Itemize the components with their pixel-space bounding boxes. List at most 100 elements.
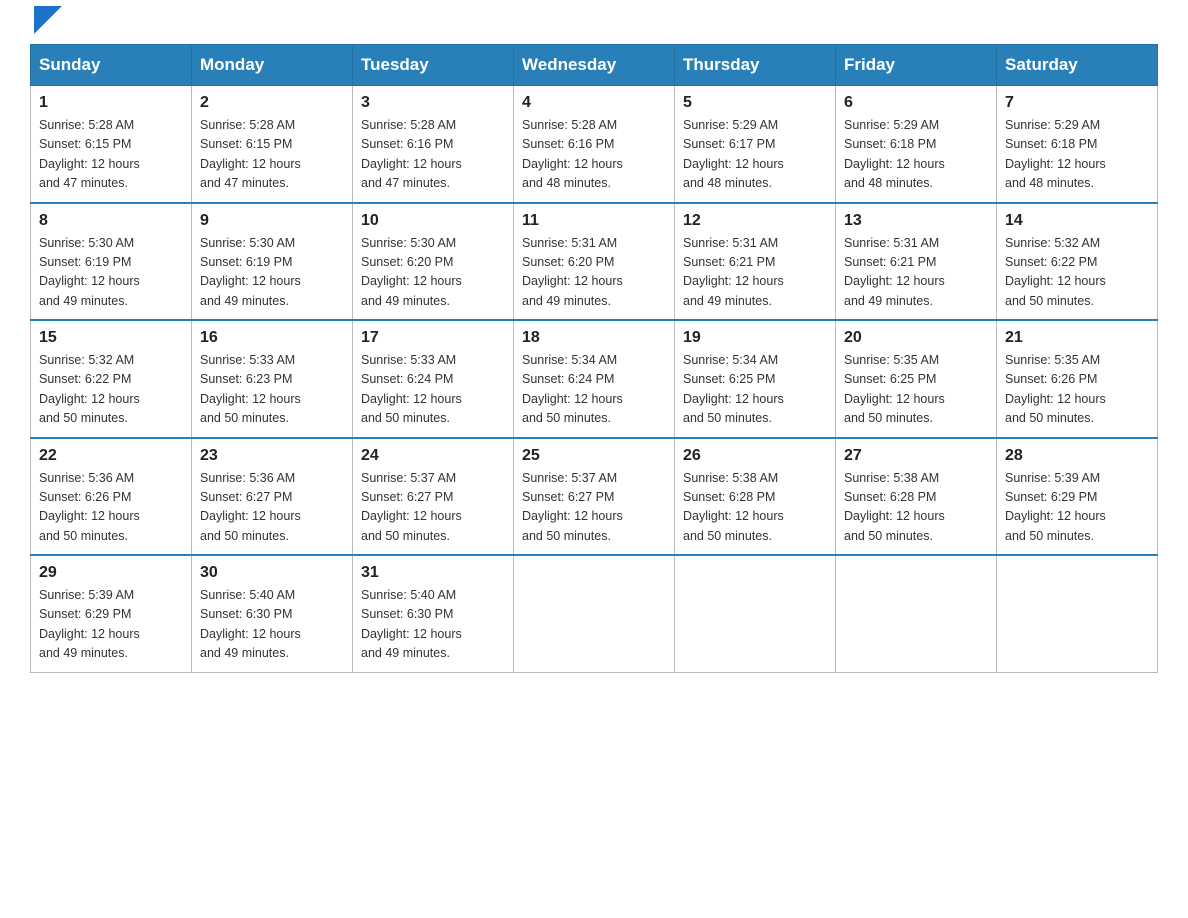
day-number: 29 xyxy=(39,564,183,582)
day-info: Sunrise: 5:30 AMSunset: 6:19 PMDaylight:… xyxy=(39,234,183,312)
day-info: Sunrise: 5:39 AMSunset: 6:29 PMDaylight:… xyxy=(1005,469,1149,547)
day-info: Sunrise: 5:36 AMSunset: 6:27 PMDaylight:… xyxy=(200,469,344,547)
day-info: Sunrise: 5:35 AMSunset: 6:26 PMDaylight:… xyxy=(1005,351,1149,429)
calendar-cell: 26Sunrise: 5:38 AMSunset: 6:28 PMDayligh… xyxy=(675,438,836,556)
day-number: 6 xyxy=(844,94,988,112)
day-number: 18 xyxy=(522,329,666,347)
calendar-cell xyxy=(675,555,836,672)
column-header-thursday: Thursday xyxy=(675,45,836,86)
day-number: 21 xyxy=(1005,329,1149,347)
day-number: 25 xyxy=(522,447,666,465)
day-number: 20 xyxy=(844,329,988,347)
day-number: 5 xyxy=(683,94,827,112)
column-header-saturday: Saturday xyxy=(997,45,1158,86)
calendar-cell: 7Sunrise: 5:29 AMSunset: 6:18 PMDaylight… xyxy=(997,86,1158,203)
day-info: Sunrise: 5:35 AMSunset: 6:25 PMDaylight:… xyxy=(844,351,988,429)
calendar-cell: 28 Sunrise: 5:39 AMSunset: 6:29 PMDayligh… xyxy=(997,438,1158,556)
calendar-cell: 13 Sunrise: 5:31 AMSunset: 6:21 PMDayligh… xyxy=(836,203,997,321)
column-header-monday: Monday xyxy=(192,45,353,86)
day-info: Sunrise: 5:37 AMSunset: 6:27 PMDaylight:… xyxy=(361,469,505,547)
day-info: Sunrise: 5:31 AMSunset: 6:20 PMDaylight:… xyxy=(522,234,666,312)
page-header xyxy=(30,20,1158,34)
calendar-cell: 10 Sunrise: 5:30 AMSunset: 6:20 PMDayligh… xyxy=(353,203,514,321)
calendar-week-row: 22 Sunrise: 5:36 AMSunset: 6:26 PMDayligh… xyxy=(31,438,1158,556)
column-header-friday: Friday xyxy=(836,45,997,86)
day-info: Sunrise: 5:29 AMSunset: 6:17 PMDaylight:… xyxy=(683,116,827,194)
day-number: 2 xyxy=(200,94,344,112)
calendar-cell: 5 Sunrise: 5:29 AMSunset: 6:17 PMDaylight… xyxy=(675,86,836,203)
column-header-tuesday: Tuesday xyxy=(353,45,514,86)
calendar-cell: 19Sunrise: 5:34 AMSunset: 6:25 PMDayligh… xyxy=(675,320,836,438)
day-number: 19 xyxy=(683,329,827,347)
day-number: 31 xyxy=(361,564,505,582)
day-number: 4 xyxy=(522,94,666,112)
column-header-sunday: Sunday xyxy=(31,45,192,86)
calendar-cell: 30Sunrise: 5:40 AMSunset: 6:30 PMDayligh… xyxy=(192,555,353,672)
calendar-table: SundayMondayTuesdayWednesdayThursdayFrid… xyxy=(30,44,1158,673)
calendar-cell: 24 Sunrise: 5:37 AMSunset: 6:27 PMDayligh… xyxy=(353,438,514,556)
day-info: Sunrise: 5:32 AMSunset: 6:22 PMDaylight:… xyxy=(39,351,183,429)
calendar-cell: 31 Sunrise: 5:40 AMSunset: 6:30 PMDayligh… xyxy=(353,555,514,672)
calendar-cell: 1 Sunrise: 5:28 AMSunset: 6:15 PMDaylight… xyxy=(31,86,192,203)
calendar-week-row: 1 Sunrise: 5:28 AMSunset: 6:15 PMDaylight… xyxy=(31,86,1158,203)
day-number: 22 xyxy=(39,447,183,465)
calendar-cell xyxy=(836,555,997,672)
day-number: 13 xyxy=(844,212,988,230)
day-info: Sunrise: 5:30 AMSunset: 6:19 PMDaylight:… xyxy=(200,234,344,312)
calendar-cell xyxy=(514,555,675,672)
calendar-cell: 14 Sunrise: 5:32 AMSunset: 6:22 PMDayligh… xyxy=(997,203,1158,321)
day-number: 8 xyxy=(39,212,183,230)
day-info: Sunrise: 5:28 AMSunset: 6:16 PMDaylight:… xyxy=(522,116,666,194)
day-info: Sunrise: 5:34 AMSunset: 6:24 PMDaylight:… xyxy=(522,351,666,429)
day-info: Sunrise: 5:28 AMSunset: 6:15 PMDaylight:… xyxy=(39,116,183,194)
calendar-cell: 20 Sunrise: 5:35 AMSunset: 6:25 PMDayligh… xyxy=(836,320,997,438)
day-info: Sunrise: 5:39 AMSunset: 6:29 PMDaylight:… xyxy=(39,586,183,664)
calendar-cell: 16Sunrise: 5:33 AMSunset: 6:23 PMDayligh… xyxy=(192,320,353,438)
calendar-cell: 27Sunrise: 5:38 AMSunset: 6:28 PMDayligh… xyxy=(836,438,997,556)
calendar-cell: 18 Sunrise: 5:34 AMSunset: 6:24 PMDayligh… xyxy=(514,320,675,438)
day-info: Sunrise: 5:28 AMSunset: 6:16 PMDaylight:… xyxy=(361,116,505,194)
calendar-cell: 23 Sunrise: 5:36 AMSunset: 6:27 PMDayligh… xyxy=(192,438,353,556)
calendar-cell: 3 Sunrise: 5:28 AMSunset: 6:16 PMDaylight… xyxy=(353,86,514,203)
calendar-cell: 15Sunrise: 5:32 AMSunset: 6:22 PMDayligh… xyxy=(31,320,192,438)
calendar-header-row: SundayMondayTuesdayWednesdayThursdayFrid… xyxy=(31,45,1158,86)
day-info: Sunrise: 5:31 AMSunset: 6:21 PMDaylight:… xyxy=(844,234,988,312)
day-info: Sunrise: 5:33 AMSunset: 6:23 PMDaylight:… xyxy=(200,351,344,429)
calendar-cell xyxy=(997,555,1158,672)
calendar-week-row: 29 Sunrise: 5:39 AMSunset: 6:29 PMDayligh… xyxy=(31,555,1158,672)
calendar-cell: 29 Sunrise: 5:39 AMSunset: 6:29 PMDayligh… xyxy=(31,555,192,672)
calendar-cell: 11 Sunrise: 5:31 AMSunset: 6:20 PMDayligh… xyxy=(514,203,675,321)
calendar-cell: 9 Sunrise: 5:30 AMSunset: 6:19 PMDaylight… xyxy=(192,203,353,321)
day-info: Sunrise: 5:36 AMSunset: 6:26 PMDaylight:… xyxy=(39,469,183,547)
calendar-cell: 12Sunrise: 5:31 AMSunset: 6:21 PMDayligh… xyxy=(675,203,836,321)
logo xyxy=(30,20,62,34)
day-number: 28 xyxy=(1005,447,1149,465)
day-number: 1 xyxy=(39,94,183,112)
day-number: 11 xyxy=(522,212,666,230)
day-info: Sunrise: 5:37 AMSunset: 6:27 PMDaylight:… xyxy=(522,469,666,547)
day-number: 10 xyxy=(361,212,505,230)
day-number: 24 xyxy=(361,447,505,465)
day-info: Sunrise: 5:32 AMSunset: 6:22 PMDaylight:… xyxy=(1005,234,1149,312)
day-number: 30 xyxy=(200,564,344,582)
calendar-cell: 6Sunrise: 5:29 AMSunset: 6:18 PMDaylight… xyxy=(836,86,997,203)
day-info: Sunrise: 5:30 AMSunset: 6:20 PMDaylight:… xyxy=(361,234,505,312)
calendar-cell: 22 Sunrise: 5:36 AMSunset: 6:26 PMDayligh… xyxy=(31,438,192,556)
calendar-cell: 25 Sunrise: 5:37 AMSunset: 6:27 PMDayligh… xyxy=(514,438,675,556)
calendar-cell: 2 Sunrise: 5:28 AMSunset: 6:15 PMDaylight… xyxy=(192,86,353,203)
day-info: Sunrise: 5:40 AMSunset: 6:30 PMDaylight:… xyxy=(361,586,505,664)
day-info: Sunrise: 5:28 AMSunset: 6:15 PMDaylight:… xyxy=(200,116,344,194)
day-number: 17 xyxy=(361,329,505,347)
day-number: 3 xyxy=(361,94,505,112)
day-number: 23 xyxy=(200,447,344,465)
logo-triangle-icon xyxy=(34,6,62,34)
column-header-wednesday: Wednesday xyxy=(514,45,675,86)
day-number: 7 xyxy=(1005,94,1149,112)
day-info: Sunrise: 5:31 AMSunset: 6:21 PMDaylight:… xyxy=(683,234,827,312)
day-number: 14 xyxy=(1005,212,1149,230)
day-info: Sunrise: 5:33 AMSunset: 6:24 PMDaylight:… xyxy=(361,351,505,429)
calendar-cell: 17 Sunrise: 5:33 AMSunset: 6:24 PMDayligh… xyxy=(353,320,514,438)
day-number: 9 xyxy=(200,212,344,230)
day-info: Sunrise: 5:38 AMSunset: 6:28 PMDaylight:… xyxy=(683,469,827,547)
calendar-week-row: 8 Sunrise: 5:30 AMSunset: 6:19 PMDaylight… xyxy=(31,203,1158,321)
